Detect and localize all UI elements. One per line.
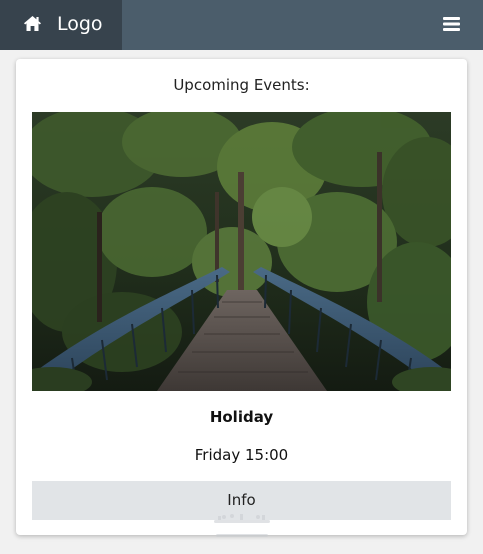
events-heading: Upcoming Events:	[173, 76, 310, 94]
event-time: Friday 15:00	[194, 446, 289, 464]
event-card: Upcoming Events: Holiday Friday 15:00 In…	[16, 59, 467, 535]
hamburger-menu-icon[interactable]	[443, 17, 460, 31]
logo-link[interactable]: Logo	[0, 0, 122, 50]
event-photo	[32, 112, 451, 391]
event-title: Holiday	[209, 408, 274, 426]
home-icon	[24, 16, 41, 31]
logo-text: Logo	[57, 13, 103, 35]
info-button[interactable]: Info	[32, 481, 451, 520]
top-navigation-bar: Logo	[0, 0, 483, 50]
